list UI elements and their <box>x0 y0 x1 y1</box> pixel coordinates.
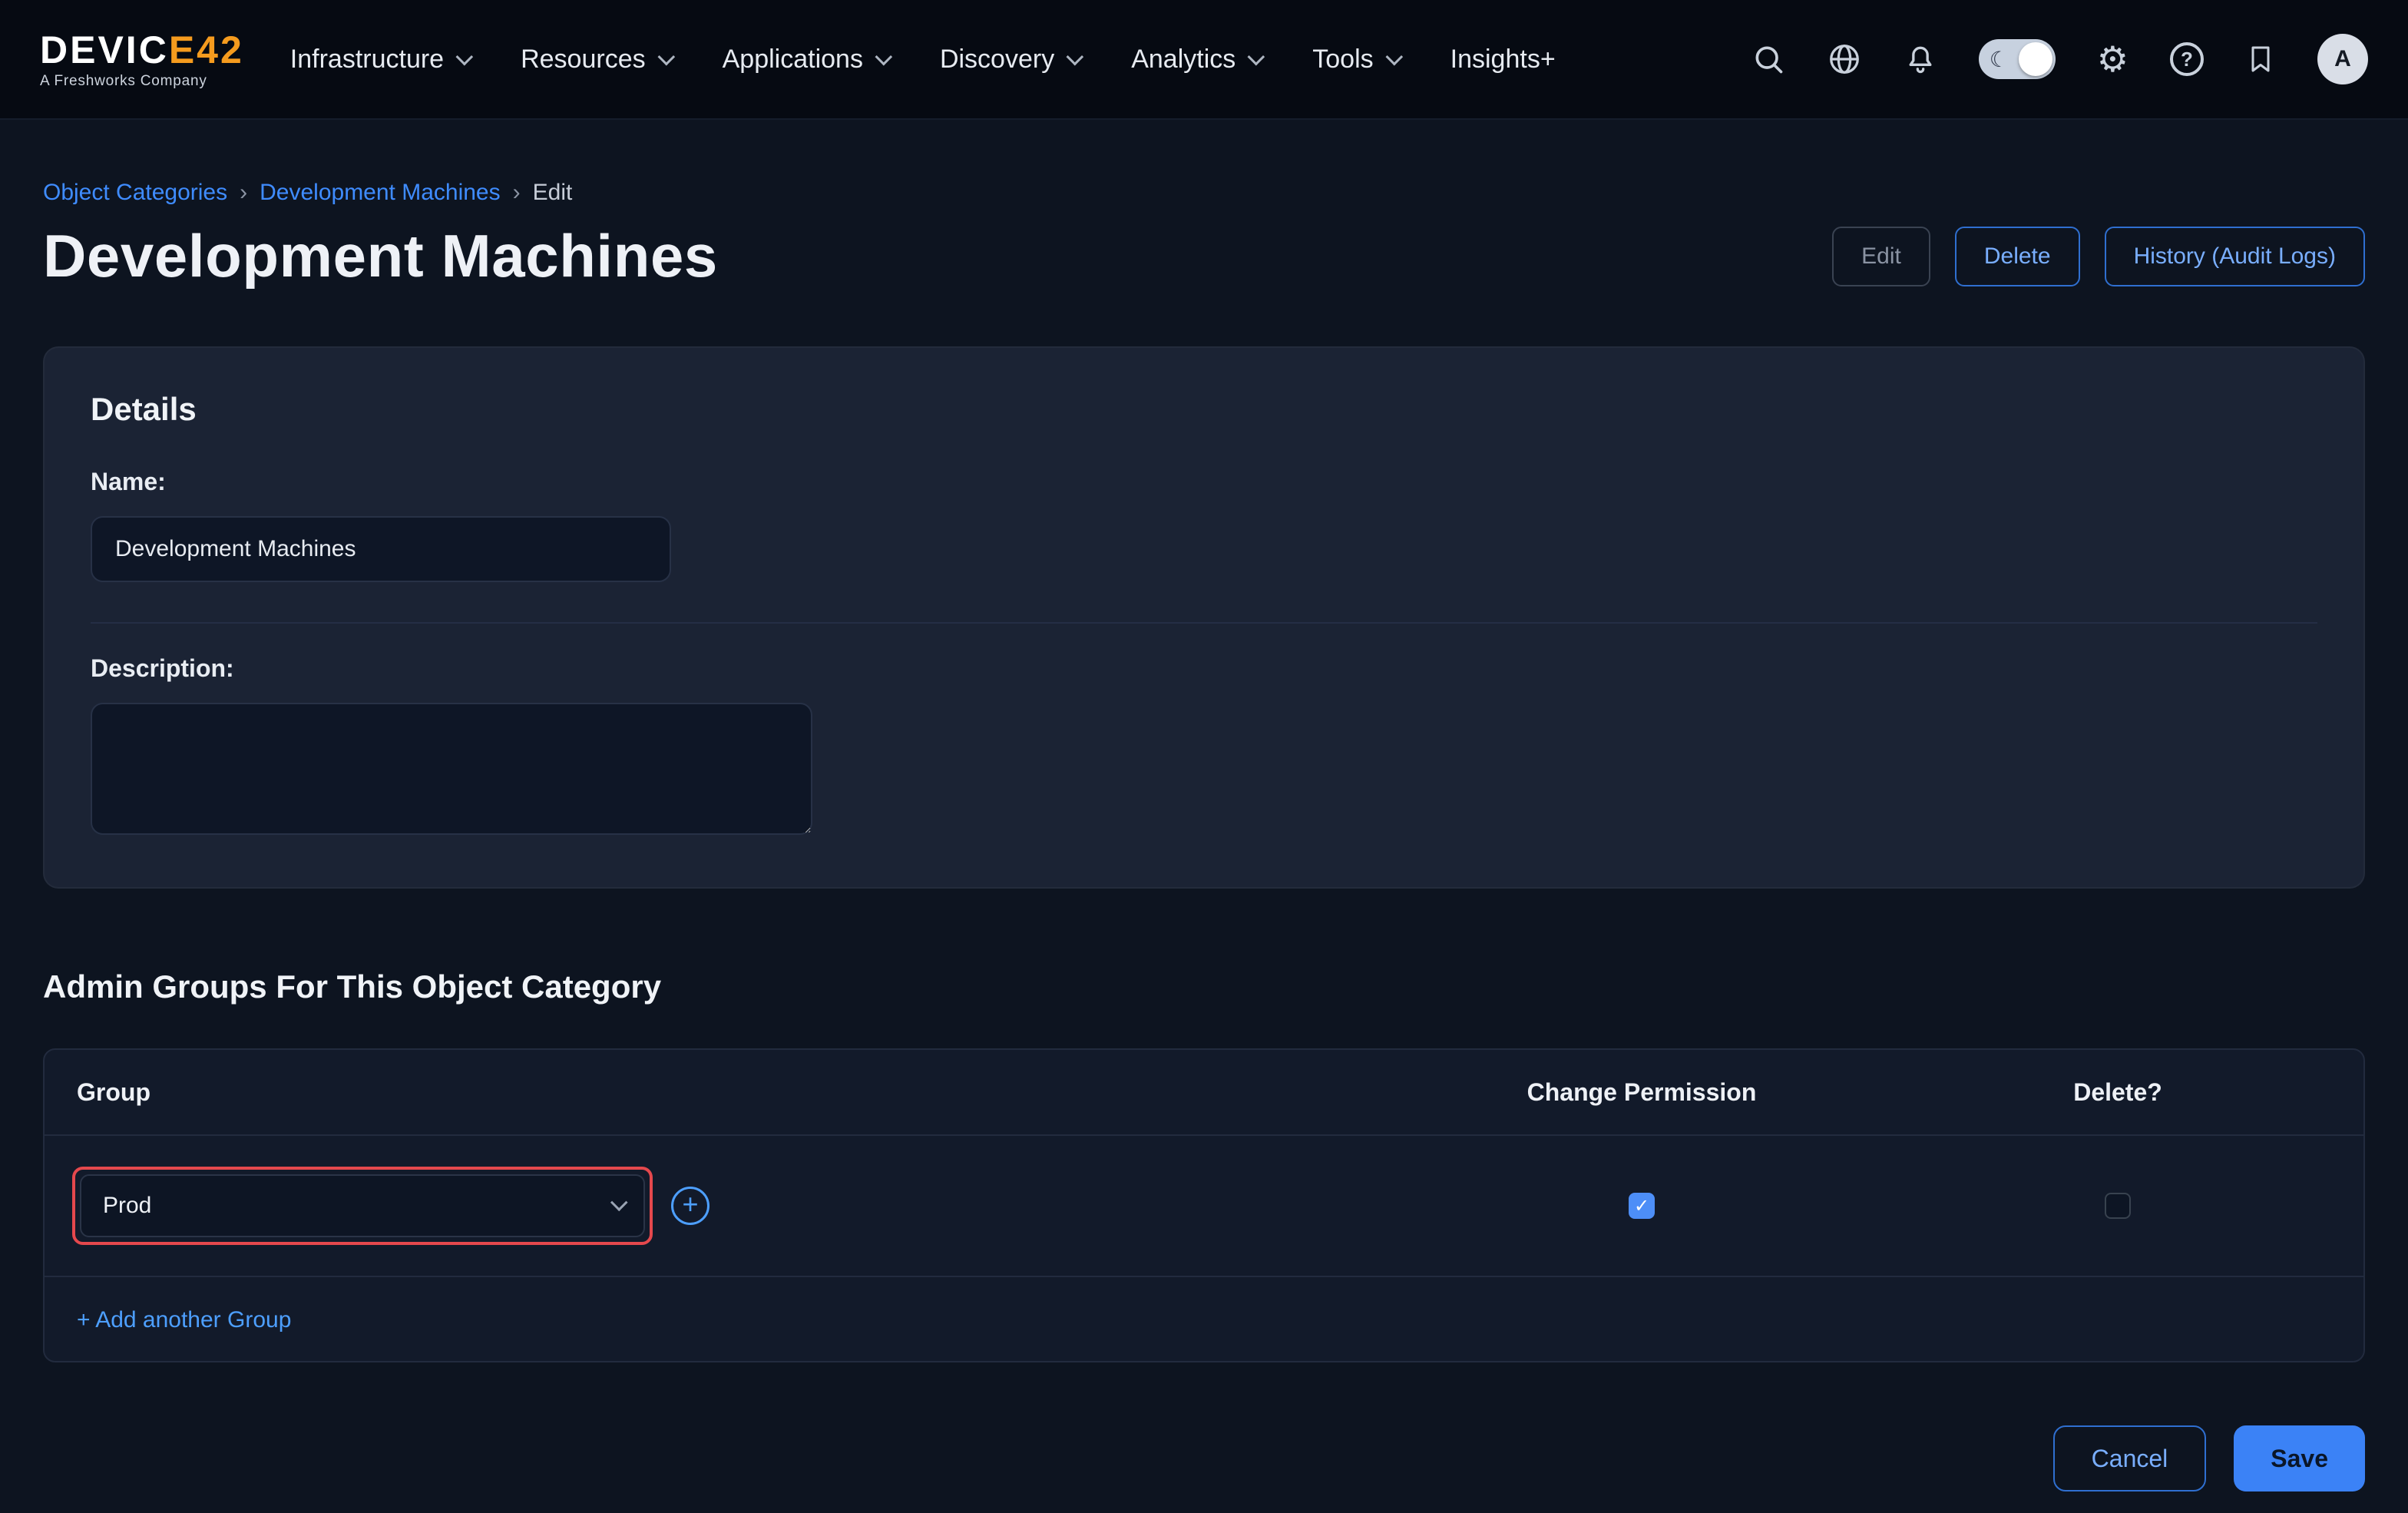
history-audit-logs-button[interactable]: History (Audit Logs) <box>2105 227 2365 286</box>
chevron-down-icon <box>1385 48 1403 66</box>
menu-insights[interactable]: Insights+ <box>1450 45 1556 74</box>
chevron-down-icon <box>1248 48 1265 66</box>
toggle-knob <box>2019 42 2052 76</box>
settings-gear-icon[interactable]: ⚙ <box>2097 41 2128 77</box>
save-button[interactable]: Save <box>2234 1425 2365 1491</box>
description-textarea[interactable] <box>91 703 812 835</box>
menu-label: Infrastructure <box>290 45 444 74</box>
delete-button[interactable]: Delete <box>1955 227 2080 286</box>
theme-toggle[interactable]: ☾ <box>1979 39 2056 79</box>
footer-actions: Cancel Save <box>43 1425 2365 1491</box>
details-card: Details Name: Description: <box>43 346 2365 889</box>
menu-label: Discovery <box>940 45 1054 74</box>
device42-logo[interactable]: DEVICE42 A Freshworks Company <box>40 31 244 88</box>
header-actions: Edit Delete History (Audit Logs) <box>1832 227 2365 286</box>
menu-discovery[interactable]: Discovery <box>940 45 1079 74</box>
help-icon[interactable]: ? <box>2170 42 2204 76</box>
chevron-down-icon <box>610 1194 628 1211</box>
moon-icon: ☾ <box>1990 47 2009 72</box>
brand-tagline: A Freshworks Company <box>40 74 244 88</box>
menu-label: Tools <box>1312 45 1373 74</box>
menu-analytics[interactable]: Analytics <box>1131 45 1260 74</box>
delete-checkbox[interactable]: ✓ <box>2105 1193 2131 1219</box>
breadcrumb-development-machines[interactable]: Development Machines <box>260 180 501 206</box>
notifications-bell-icon[interactable] <box>1904 42 1937 76</box>
page-content: Object Categories › Development Machines… <box>0 180 2408 1513</box>
brand-text: DEVICE42 <box>40 28 244 71</box>
table-row: Prod + ✓ ✓ <box>45 1136 2363 1277</box>
group-cell: Prod + <box>45 1167 1411 1245</box>
edit-button[interactable]: Edit <box>1832 227 1930 286</box>
menu-tools[interactable]: Tools <box>1312 45 1398 74</box>
name-input[interactable] <box>91 516 671 582</box>
breadcrumb-current: Edit <box>533 180 573 206</box>
navbar-right-icons: ☾ ⚙ ? A <box>1751 34 2368 84</box>
search-icon[interactable] <box>1751 42 1785 76</box>
group-select-value: Prod <box>103 1193 151 1219</box>
chevron-down-icon <box>1067 48 1084 66</box>
description-label: Description: <box>91 654 2317 683</box>
card-divider <box>91 622 2317 624</box>
menu-resources[interactable]: Resources <box>521 45 670 74</box>
name-label: Name: <box>91 468 2317 496</box>
add-row: + Add another Group <box>45 1277 2363 1361</box>
add-another-group-link[interactable]: + Add another Group <box>77 1307 291 1333</box>
highlight-annotation: Prod <box>72 1167 653 1245</box>
page-title: Development Machines <box>43 221 718 291</box>
bookmark-icon[interactable] <box>2245 42 2276 76</box>
chevron-down-icon <box>456 48 474 66</box>
breadcrumb-separator: › <box>240 180 247 206</box>
breadcrumb-separator: › <box>513 180 521 206</box>
user-avatar[interactable]: A <box>2317 34 2368 84</box>
menu-label: Resources <box>521 45 646 74</box>
table-header-row: Group Change Permission Delete? <box>45 1050 2363 1136</box>
chevron-down-icon <box>875 48 892 66</box>
globe-icon[interactable] <box>1827 41 1862 77</box>
breadcrumb: Object Categories › Development Machines… <box>43 180 2365 206</box>
main-menu: Infrastructure Resources Applications Di… <box>290 45 1556 74</box>
cancel-button[interactable]: Cancel <box>2053 1425 2207 1491</box>
page-header: Development Machines Edit Delete History… <box>43 221 2365 291</box>
admin-groups-heading: Admin Groups For This Object Category <box>43 968 2365 1005</box>
top-navbar: DEVICE42 A Freshworks Company Infrastruc… <box>0 0 2408 120</box>
column-header-change-permission: Change Permission <box>1411 1078 1872 1107</box>
details-heading: Details <box>91 391 2317 428</box>
menu-label: Applications <box>723 45 863 74</box>
column-header-delete: Delete? <box>1872 1078 2363 1107</box>
menu-label: Insights+ <box>1450 45 1556 74</box>
column-header-group: Group <box>45 1078 1411 1107</box>
admin-groups-table: Group Change Permission Delete? Prod + ✓… <box>43 1048 2365 1362</box>
chevron-down-icon <box>657 48 675 66</box>
menu-label: Analytics <box>1131 45 1235 74</box>
menu-applications[interactable]: Applications <box>723 45 888 74</box>
add-group-plus-icon[interactable]: + <box>671 1187 710 1225</box>
breadcrumb-object-categories[interactable]: Object Categories <box>43 180 227 206</box>
menu-infrastructure[interactable]: Infrastructure <box>290 45 468 74</box>
group-select[interactable]: Prod <box>80 1174 645 1237</box>
change-permission-checkbox[interactable]: ✓ <box>1629 1193 1655 1219</box>
